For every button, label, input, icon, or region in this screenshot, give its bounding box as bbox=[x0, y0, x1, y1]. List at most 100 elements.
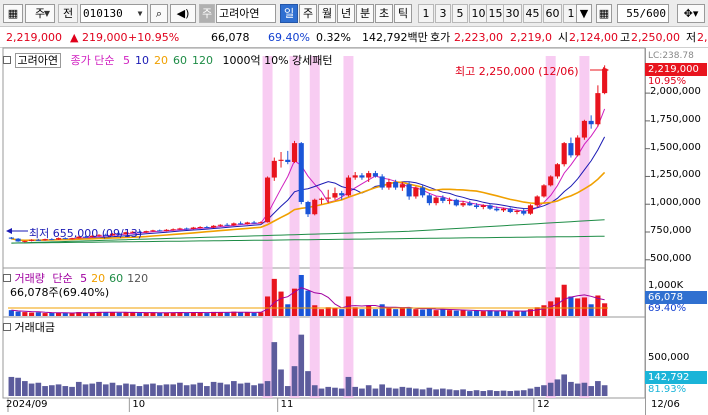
candle-body bbox=[298, 143, 304, 202]
amount-bar bbox=[82, 384, 89, 396]
candle-body bbox=[588, 120, 594, 125]
panel-menu-icon[interactable] bbox=[3, 56, 11, 64]
candle-body bbox=[568, 143, 574, 156]
candle-body bbox=[305, 202, 311, 215]
candle-body bbox=[258, 222, 264, 224]
lc-label: LC:238.78 bbox=[648, 51, 694, 61]
candle-body bbox=[500, 208, 507, 211]
price-tick-label: 1,500,000 bbox=[650, 141, 701, 153]
volume-bar bbox=[285, 304, 291, 316]
candle-body bbox=[399, 184, 405, 188]
candle-body bbox=[413, 187, 419, 197]
amount-bar bbox=[8, 376, 15, 396]
volume-bar bbox=[426, 308, 432, 316]
volume-bar bbox=[521, 310, 527, 316]
price-tick-label: 1,250,000 bbox=[650, 169, 701, 181]
amount-bar bbox=[150, 383, 156, 396]
amount-bar bbox=[372, 388, 379, 396]
amount-bar bbox=[399, 386, 406, 396]
amount-bar bbox=[359, 388, 365, 396]
amount-bar bbox=[129, 384, 136, 396]
volume-bar bbox=[399, 307, 405, 316]
amount-bar bbox=[237, 383, 244, 396]
price-tick-label: 750,000 bbox=[650, 225, 692, 236]
volume-bar bbox=[393, 309, 399, 316]
amount-bar bbox=[493, 391, 500, 396]
amount-bar bbox=[601, 385, 608, 396]
amount-bar bbox=[190, 384, 197, 396]
date-label: 12/06 bbox=[651, 399, 680, 410]
candle-body bbox=[514, 210, 520, 212]
amount-bar bbox=[69, 386, 75, 396]
legend-ma-label: 종가 단순 bbox=[70, 54, 115, 67]
volume-bar bbox=[130, 312, 136, 316]
candle-body bbox=[291, 143, 298, 162]
legend-ma-120: 120 bbox=[191, 54, 213, 67]
candle-body bbox=[143, 231, 149, 233]
candle-body bbox=[575, 137, 581, 156]
candle-body bbox=[440, 197, 446, 201]
volume-bar bbox=[298, 274, 304, 316]
amount-bar bbox=[568, 381, 574, 396]
legend-ma-5: 5 bbox=[122, 54, 130, 67]
price-tick-label: 500,000 bbox=[650, 252, 692, 264]
amount-bar bbox=[183, 385, 190, 396]
volume-bar bbox=[339, 309, 345, 316]
candle-body bbox=[8, 237, 14, 239]
panel-menu-icon[interactable] bbox=[3, 323, 11, 331]
volume-bar bbox=[602, 303, 608, 316]
candle-body bbox=[480, 205, 486, 207]
candle-body bbox=[426, 195, 432, 204]
amount-bar bbox=[109, 382, 116, 396]
amount-bar bbox=[534, 386, 541, 396]
amount-bar bbox=[325, 386, 332, 396]
amount-bar bbox=[311, 385, 318, 396]
amount-bar bbox=[561, 374, 568, 396]
amount-bar bbox=[500, 390, 507, 396]
candle-body bbox=[170, 229, 176, 231]
amount-bar bbox=[163, 384, 170, 396]
candle-body bbox=[238, 223, 244, 225]
volume-bar bbox=[420, 309, 426, 316]
amount-bar bbox=[466, 391, 473, 396]
panel-menu-icon[interactable] bbox=[3, 274, 11, 282]
amount-bar bbox=[413, 388, 419, 396]
amount-axis-tick: 500,000 bbox=[648, 352, 690, 363]
volume-bar bbox=[541, 305, 547, 316]
candle-body bbox=[244, 222, 250, 224]
amount-bar bbox=[365, 385, 372, 396]
candle-body bbox=[231, 223, 237, 226]
volume-bar bbox=[460, 310, 466, 316]
amount-bar bbox=[426, 387, 433, 396]
volume-bar bbox=[568, 296, 574, 316]
price-tick-label: 1,000,000 bbox=[650, 197, 701, 209]
amount-bar bbox=[217, 382, 224, 396]
amount-bar bbox=[22, 381, 28, 396]
amount-bar bbox=[264, 381, 271, 396]
volume-bar bbox=[548, 301, 554, 316]
volume-bar bbox=[473, 310, 480, 316]
volume-bar bbox=[204, 313, 210, 316]
candle-body bbox=[345, 177, 352, 196]
date-label: 2024/09 bbox=[6, 399, 48, 410]
amount-bar bbox=[170, 384, 176, 396]
amount-bar bbox=[136, 386, 143, 396]
volume-bar bbox=[69, 313, 75, 316]
low-annotation: 최저 655,000 (09/13) bbox=[29, 227, 143, 240]
volume-bar bbox=[588, 304, 594, 316]
amount-bar bbox=[305, 371, 311, 396]
strong-pattern-highlight bbox=[262, 56, 273, 398]
amount-bar bbox=[453, 390, 460, 396]
volume-bar bbox=[433, 310, 439, 316]
candle-body bbox=[467, 203, 473, 206]
amount-bar bbox=[419, 389, 426, 396]
volume-bar bbox=[136, 313, 143, 316]
candle-body bbox=[217, 224, 223, 226]
candle-body bbox=[602, 68, 608, 94]
ma-line-5 bbox=[11, 108, 606, 241]
volume-bar bbox=[258, 312, 264, 316]
amount-bar bbox=[123, 383, 129, 396]
candle-body bbox=[460, 203, 466, 206]
amount-bar bbox=[244, 382, 251, 396]
amount-ratio-tag: 81.93% bbox=[648, 384, 687, 395]
